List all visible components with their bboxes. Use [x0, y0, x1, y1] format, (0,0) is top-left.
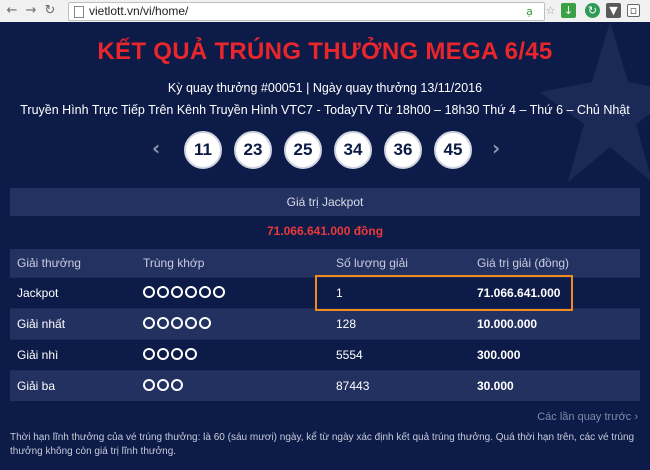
table-header: Giải thưởng Trùng khớp Số lượng giải Giá… — [10, 249, 640, 277]
table-row: Giải ba 87443 30.000 — [10, 370, 640, 401]
match-circle-icon — [213, 286, 225, 298]
next-draw-arrow-icon[interactable]: › — [492, 136, 500, 160]
draw-info: Kỳ quay thưởng #00051 | Ngày quay thưởng… — [167, 81, 483, 95]
column-header: Số lượng giải — [336, 256, 408, 270]
match-circle-icon — [171, 317, 183, 329]
winners-count: 87443 — [336, 379, 370, 393]
match-circle-icon — [199, 286, 211, 298]
match-circle-icon — [157, 348, 169, 360]
jackpot-label: Giá trị Jackpot — [10, 188, 640, 216]
browser-toolbar: ← → ↻ ⌂ vietlott.vn/vi/home/ ạ ☆ ↓ ↻ ▼ ▫ — [0, 0, 650, 23]
prize-table: Giải thưởng Trùng khớp Số lượng giải Giá… — [10, 249, 640, 401]
reload-icon[interactable]: ↻ — [42, 3, 58, 19]
match-circles — [143, 348, 199, 363]
match-circle-icon — [157, 379, 169, 391]
address-bar[interactable]: vietlott.vn/vi/home/ ạ — [68, 2, 545, 21]
url-text: vietlott.vn/vi/home/ — [89, 4, 189, 18]
extension-a-icon[interactable]: ạ — [522, 4, 537, 19]
number-ball: 11 — [184, 131, 222, 169]
table-row: Giải nhất 128 10.000.000 — [10, 308, 640, 339]
prize-value: 10.000.000 — [477, 317, 538, 331]
previous-draw-arrow-icon[interactable]: ‹ — [152, 136, 160, 160]
match-circle-icon — [199, 317, 211, 329]
number-ball: 34 — [334, 131, 372, 169]
prize-value: 300.000 — [477, 348, 521, 362]
match-circle-icon — [157, 317, 169, 329]
history-link[interactable]: Các lần quay trước › — [537, 411, 638, 423]
broadcast-info: Truyền Hình Trực Tiếp Trên Kênh Truyền H… — [20, 103, 630, 117]
jackpot-value: 71.066.641.000 đồng — [266, 224, 384, 238]
number-ball: 25 — [284, 131, 322, 169]
chat-icon[interactable]: ▫ — [627, 4, 640, 17]
refresh-green-icon[interactable]: ↻ — [585, 3, 600, 18]
page-title: KẾT QUẢ TRÚNG THƯỞNG MEGA 6/45 — [97, 38, 553, 65]
match-circles — [143, 379, 185, 394]
lottery-results-page: KẾT QUẢ TRÚNG THƯỞNG MEGA 6/45 Kỳ quay t… — [0, 22, 650, 470]
winners-count: 128 — [336, 317, 357, 331]
match-circle-icon — [143, 286, 155, 298]
footer-note: Thời hạn lĩnh thưởng của vé trúng thưởng… — [10, 432, 635, 457]
match-circle-icon — [171, 286, 183, 298]
forward-arrow-icon[interactable]: → — [23, 3, 39, 19]
highlight-box — [315, 275, 573, 311]
match-circle-icon — [185, 286, 197, 298]
prize-name: Giải ba — [17, 379, 56, 393]
match-circle-icon — [185, 317, 197, 329]
prize-name: Giải nhì — [17, 348, 59, 362]
match-circle-icon — [143, 317, 155, 329]
column-header: Giải thưởng — [17, 256, 81, 270]
match-circle-icon — [171, 348, 183, 360]
match-circles — [143, 317, 213, 332]
match-circle-icon — [157, 286, 169, 298]
number-ball: 23 — [234, 131, 272, 169]
match-circle-icon — [185, 348, 197, 360]
page-icon — [74, 6, 84, 18]
table-row: Giải nhì 5554 300.000 — [10, 339, 640, 370]
download-icon[interactable]: ↓ — [561, 3, 576, 18]
prize-name: Jackpot — [17, 286, 59, 300]
match-circles — [143, 286, 227, 301]
number-ball: 45 — [434, 131, 472, 169]
match-circle-icon — [143, 348, 155, 360]
number-ball: 36 — [384, 131, 422, 169]
column-header: Trùng khớp — [143, 256, 205, 270]
column-header: Giá trị giải (đồng) — [477, 256, 570, 270]
prize-name: Giải nhất — [17, 317, 66, 331]
pocket-icon[interactable]: ▼ — [606, 3, 621, 18]
back-arrow-icon[interactable]: ← — [4, 3, 20, 19]
match-circle-icon — [171, 379, 183, 391]
prize-value: 30.000 — [477, 379, 514, 393]
match-circle-icon — [143, 379, 155, 391]
bookmark-star-icon[interactable]: ☆ — [543, 3, 558, 18]
winners-count: 5554 — [336, 348, 363, 362]
